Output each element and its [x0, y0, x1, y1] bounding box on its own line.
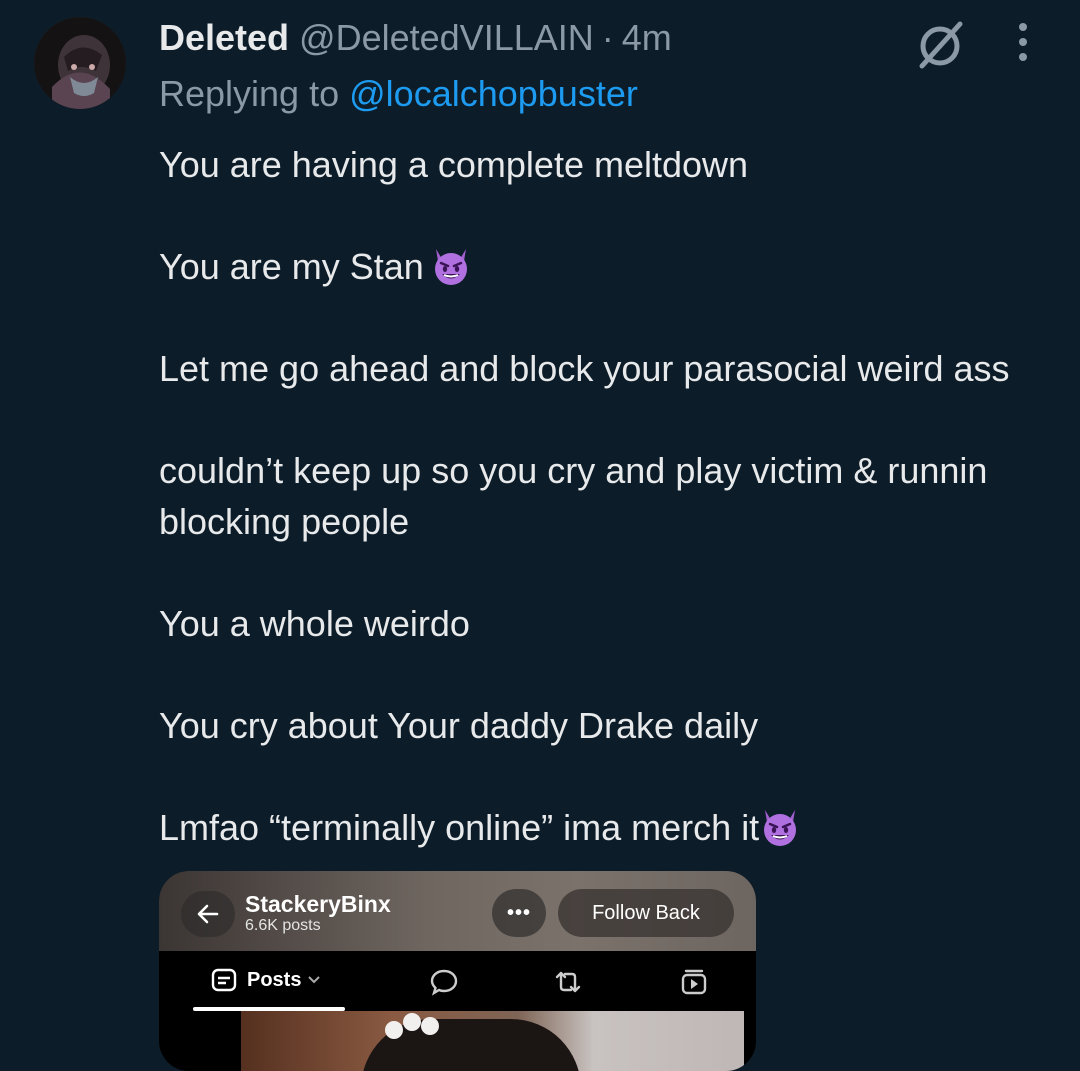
smiling-face-with-horns-icon: [434, 249, 467, 285]
replying-to-line: Replying to @localchopbuster: [159, 73, 638, 115]
avatar[interactable]: [34, 17, 126, 109]
tweet-header: Deleted @DeletedVILLAIN · 4m: [159, 16, 672, 60]
tweet-paragraph: You a whole weirdo: [159, 603, 470, 644]
tweet-media-image[interactable]: StackeryBinx 6.6K posts ••• Follow Back …: [159, 871, 756, 1071]
embedded-profile-name: StackeryBinx: [245, 891, 391, 917]
more-vertical-icon[interactable]: [1008, 20, 1038, 64]
tweet-paragraph: couldn’t keep up so you cry and play vic…: [159, 450, 988, 542]
tweet-paragraph: You are my Stan: [159, 241, 1059, 292]
chevron-down-icon: [308, 976, 321, 984]
posts-icon: [211, 968, 237, 992]
chat-bubble-icon: [430, 969, 458, 996]
back-arrow-icon: [197, 904, 219, 924]
timestamp[interactable]: 4m: [622, 17, 672, 59]
tweet-paragraph: Let me go ahead and block your parasocia…: [159, 348, 1010, 389]
embedded-photo-pearl: [385, 1021, 403, 1039]
separator-dot: ·: [601, 17, 614, 58]
tweet-paragraph: You cry about Your daddy Drake daily: [159, 705, 759, 746]
smiling-face-with-horns-icon: [764, 810, 797, 846]
tweet-paragraph: You are having a complete meltdown: [159, 144, 749, 185]
repost-icon: [555, 971, 581, 993]
tweet-paragraph: Lmfao “terminally online” ima merch it: [159, 802, 1059, 853]
embedded-more-button: •••: [492, 889, 546, 937]
embedded-photo-pearl: [421, 1017, 439, 1035]
tweet-text: You are having a complete meltdown You a…: [159, 139, 1059, 904]
embedded-photo-pearl: [403, 1013, 421, 1031]
grok-icon[interactable]: [914, 18, 966, 70]
user-handle[interactable]: @DeletedVILLAIN: [299, 17, 594, 59]
avatar-image: [34, 17, 126, 109]
video-tab-icon: [681, 969, 707, 995]
reply-mention-link[interactable]: @localchopbuster: [349, 73, 638, 114]
embedded-tab-posts: Posts: [211, 968, 331, 992]
embedded-tab-posts-label: Posts: [247, 968, 302, 991]
display-name[interactable]: Deleted: [159, 17, 289, 59]
replying-prefix: Replying to: [159, 73, 340, 114]
embedded-post-count: 6.6K posts: [245, 917, 321, 934]
embedded-follow-back-button: Follow Back: [558, 889, 734, 937]
